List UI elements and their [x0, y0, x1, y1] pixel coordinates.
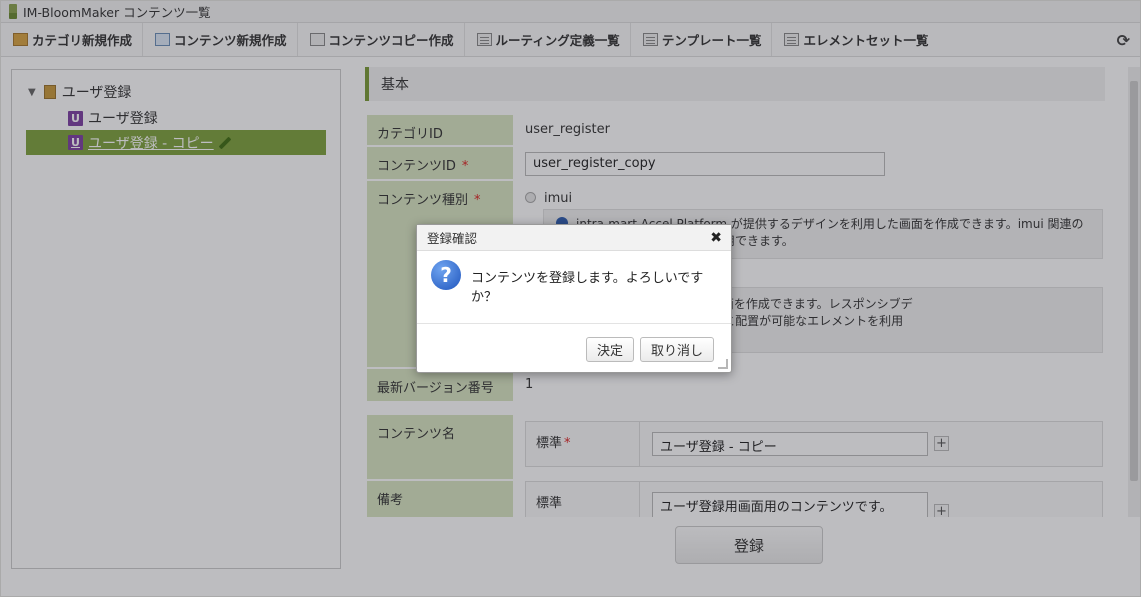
question-icon: ? [431, 260, 461, 290]
dialog-body: ? コンテンツを登録します。よろしいですか？ [417, 252, 731, 324]
close-icon[interactable]: ✖ [710, 230, 722, 246]
app-window: IM-BloomMaker コンテンツ一覧 カテゴリ新規作成 コンテンツ新規作成… [0, 0, 1141, 597]
confirm-dialog: 登録確認 ✖ ? コンテンツを登録します。よろしいですか？ 決定 取り消し [416, 224, 732, 373]
dialog-footer: 決定 取り消し [417, 325, 731, 373]
cancel-button[interactable]: 取り消し [639, 336, 714, 362]
ok-button[interactable]: 決定 [585, 336, 634, 362]
resize-grip-icon[interactable] [718, 359, 728, 369]
dialog-message: コンテンツを登録します。よろしいですか？ [471, 271, 704, 305]
dialog-header: 登録確認 ✖ [417, 225, 731, 251]
dialog-title: 登録確認 [427, 231, 478, 246]
